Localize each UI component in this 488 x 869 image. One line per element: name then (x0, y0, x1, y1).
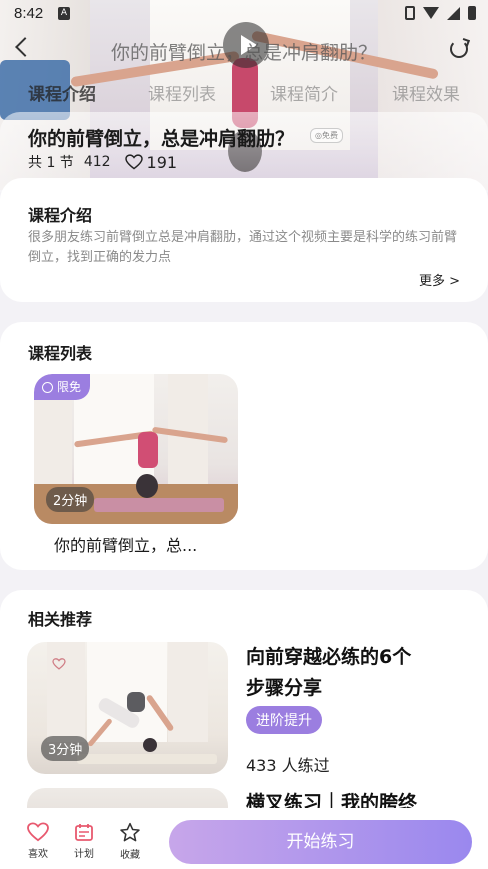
recommended-heading: 相关推荐 (28, 610, 93, 629)
recommended-thumbnail[interactable]: 3分钟 (27, 642, 228, 774)
lesson-count: 共 1 节 (28, 155, 74, 171)
status-time: 8:42 (14, 5, 44, 22)
course-intro-card: 课程介绍 很多朋友练习前臂倒立总是冲肩翻肋，通过这个视频主要是科学的练习前臂倒立… (0, 178, 488, 302)
refresh-icon[interactable] (450, 40, 468, 58)
recommended-title-line: 步骤分享 (246, 677, 323, 699)
thumb-curtain (47, 642, 85, 742)
more-link[interactable]: 更多 > (419, 270, 460, 289)
thumb-window (87, 642, 167, 742)
tab-course-list[interactable]: 课程列表 (148, 80, 216, 105)
tab-course-intro[interactable]: 课程介绍 (28, 80, 96, 105)
thumb-figure-head (143, 738, 157, 752)
wifi-icon (423, 7, 439, 19)
heart-icon (27, 822, 49, 842)
calendar-icon (75, 824, 93, 841)
like-button[interactable]: 喜欢 (18, 822, 58, 860)
recommended-title[interactable]: 向前穿越必练的6个 步骤分享 (246, 642, 411, 704)
course-list-card: 课程列表 限免 2分钟 你的前臂倒立，总... (0, 322, 488, 570)
limited-icon (42, 381, 53, 393)
course-title: 你的前臂倒立，总是冲肩翻肋？ (28, 128, 295, 150)
view-count: 412 (83, 154, 111, 170)
tab-course-summary[interactable]: 课程简介 (270, 80, 338, 105)
thumb-mat (77, 754, 217, 764)
level-badge: 进阶提升 (246, 706, 322, 734)
thumb-mat (94, 498, 224, 512)
tab-course-effect[interactable]: 课程效果 (392, 80, 460, 105)
plan-label: 计划 (74, 849, 94, 860)
lesson-thumbnail[interactable]: 限免 2分钟 (34, 374, 238, 524)
recommended-title-line: 向前穿越必练的6个 (246, 646, 412, 668)
like-label: 喜欢 (28, 849, 48, 860)
favorite-icon[interactable] (52, 658, 66, 670)
vibrate-icon (405, 6, 415, 20)
course-stats: 共 1 节 412 191 (28, 152, 177, 172)
collect-button[interactable]: 收藏 (110, 822, 150, 861)
star-icon (120, 822, 140, 842)
signal-icon (447, 6, 460, 20)
thumb-figure-head (136, 474, 158, 498)
free-badge: ◎免费 (310, 128, 343, 143)
lesson-title[interactable]: 你的前臂倒立，总... (54, 532, 197, 556)
battery-icon (468, 6, 476, 20)
section-tabs: 课程介绍 课程列表 课程简介 课程效果 (0, 80, 488, 110)
duration-badge: 2分钟 (46, 487, 95, 512)
status-bar: 8:42 A (0, 0, 488, 28)
thumb-figure-shorts (127, 692, 145, 712)
intro-text: 很多朋友练习前臂倒立总是冲肩翻肋，通过这个视频主要是科学的练习前臂倒立，找到正确… (28, 230, 458, 265)
limited-free-badge: 限免 (34, 374, 91, 400)
duration-badge: 3分钟 (41, 736, 90, 761)
nav-bar: 你的前臂倒立，总是冲肩翻肋？ (0, 30, 488, 70)
like-count: 191 (146, 152, 178, 172)
app-notification-icon: A (58, 7, 70, 20)
thumb-figure-body (138, 432, 158, 468)
start-practice-button[interactable]: 开始练习 (169, 820, 472, 864)
nav-title: 你的前臂倒立，总是冲肩翻肋？ (110, 42, 377, 64)
thumb-curtain (168, 642, 208, 742)
learner-count: 433 人练过 (246, 756, 330, 775)
bottom-action-bar: 喜欢 计划 收藏 开始练习 (0, 808, 488, 869)
intro-heading: 课程介绍 (28, 206, 93, 225)
collect-label: 收藏 (120, 850, 140, 861)
heart-icon[interactable] (124, 154, 143, 170)
plan-button[interactable]: 计划 (64, 822, 104, 860)
list-heading: 课程列表 (28, 344, 93, 363)
limited-label: 限免 (57, 380, 82, 394)
